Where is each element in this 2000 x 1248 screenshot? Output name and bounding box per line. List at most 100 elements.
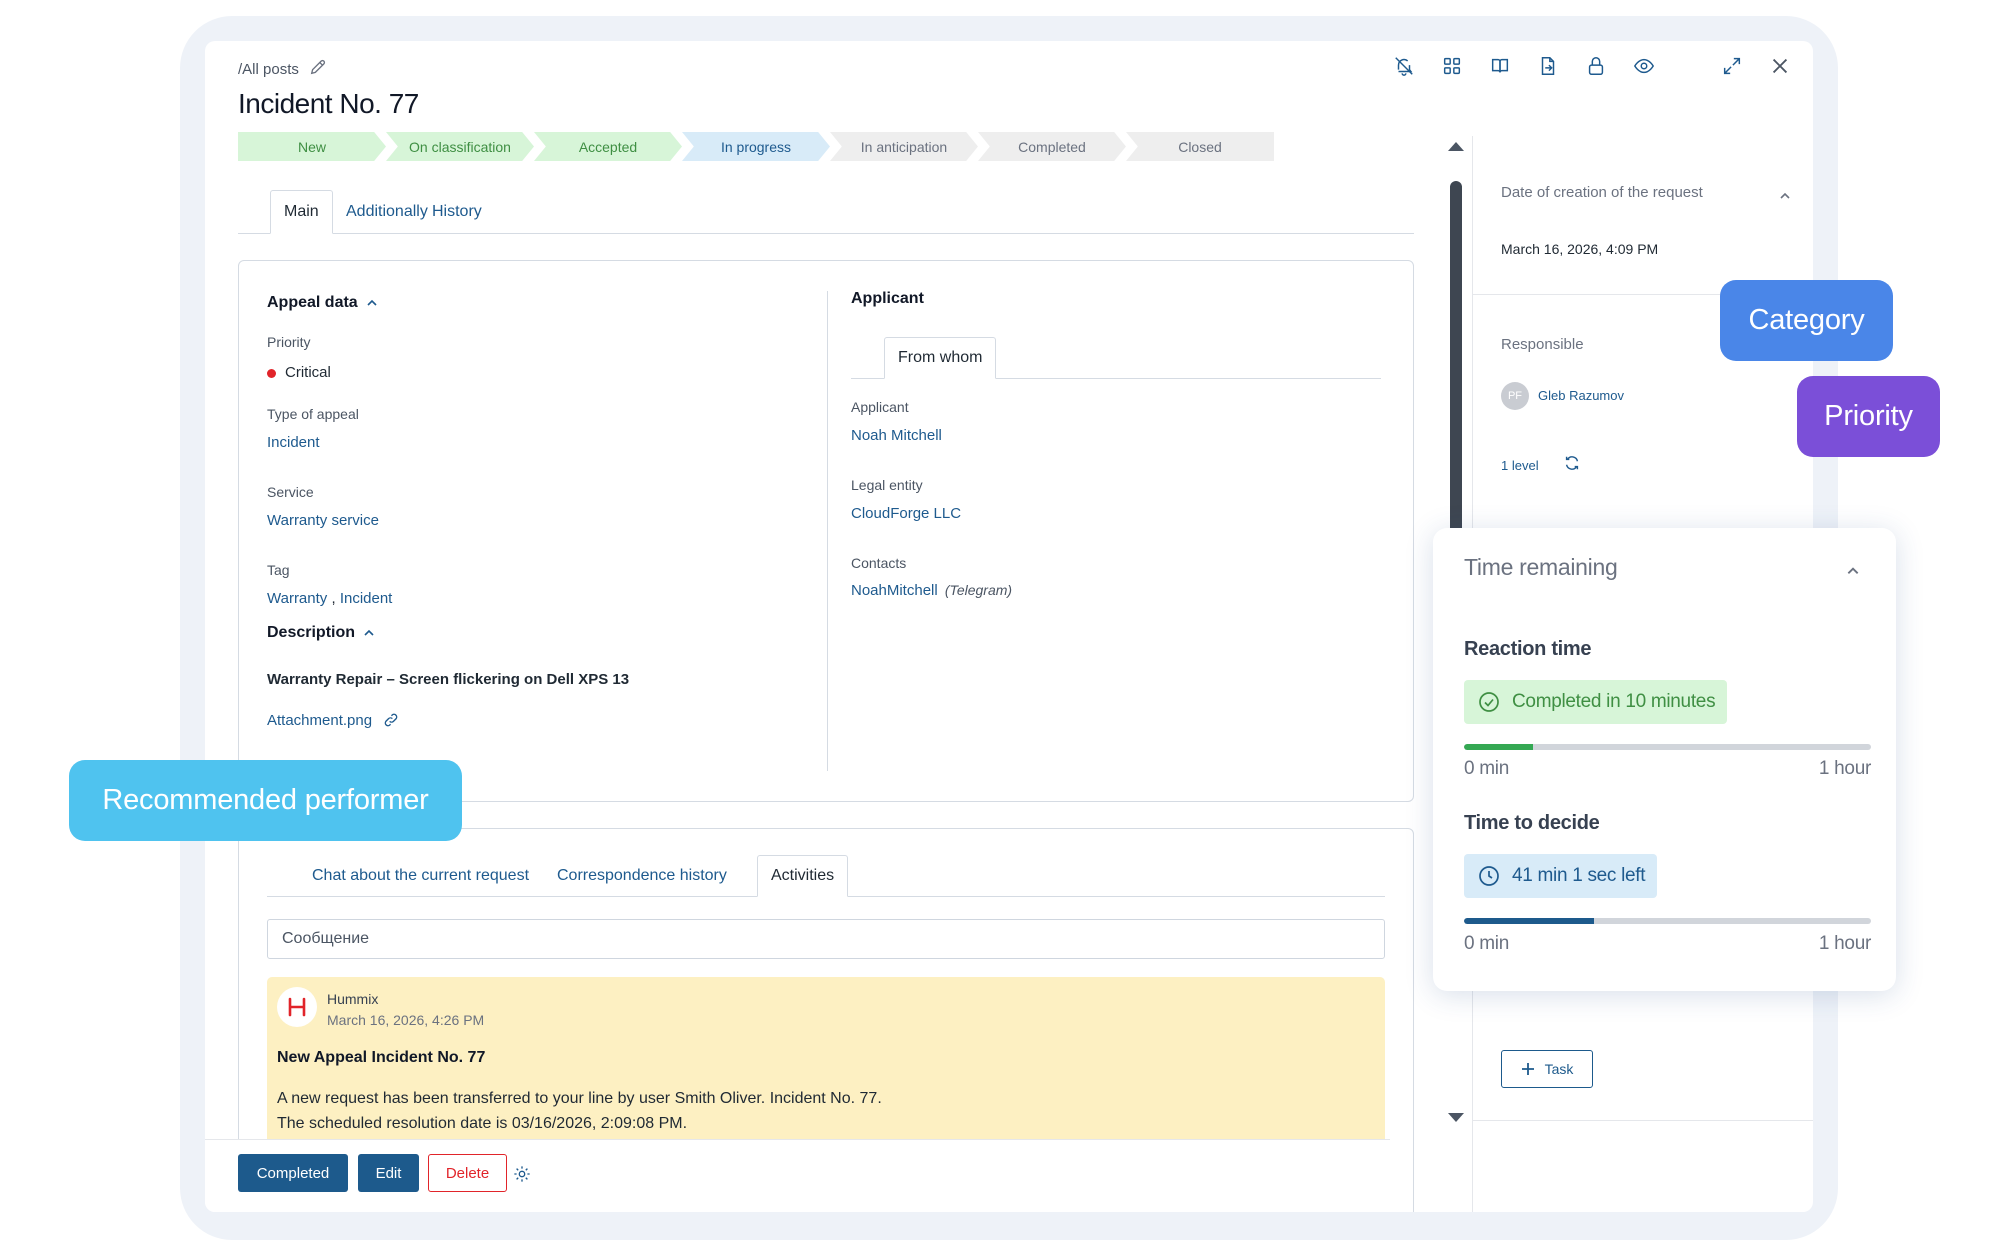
appeal-data-header[interactable]: Appeal data — [267, 294, 378, 312]
tab-from-whom[interactable]: From whom — [884, 337, 997, 379]
add-task-button[interactable]: Task — [1501, 1050, 1593, 1088]
description-text: Warranty Repair – Screen flickering on D… — [267, 671, 630, 688]
time-to-decide-title: Time to decide — [1464, 812, 1600, 834]
clock-icon — [1479, 866, 1499, 886]
avatar: PF — [1501, 382, 1529, 410]
chevron-up-icon[interactable] — [366, 297, 378, 309]
category-callout: Category — [1720, 280, 1893, 361]
stage-closed[interactable]: Closed — [1126, 132, 1274, 161]
stage-in-progress[interactable]: In progress — [682, 132, 830, 161]
tab-main[interactable]: Main — [270, 190, 333, 234]
tab-history[interactable]: History — [419, 190, 495, 234]
edit-button[interactable]: Edit — [358, 1154, 419, 1192]
decide-status-badge: 41 min 1 sec left — [1464, 854, 1658, 898]
hummix-logo-icon — [277, 987, 317, 1027]
service-value[interactable]: Warranty service — [267, 512, 379, 529]
request-details-card: Appeal data Priority Critical Type of ap… — [238, 260, 1414, 802]
refresh-icon[interactable] — [1563, 454, 1581, 472]
applicant-value[interactable]: Noah Mitchell — [851, 427, 942, 444]
scroll-down-arrow-icon[interactable] — [1448, 1113, 1464, 1122]
toolbar — [1391, 53, 1793, 79]
tag-incident[interactable]: Incident — [340, 590, 393, 607]
column-divider — [827, 291, 828, 771]
tag-warranty[interactable]: Warranty — [267, 590, 327, 607]
page-title: Incident No. 77 — [238, 88, 419, 119]
reaction-time-title: Reaction time — [1464, 638, 1592, 660]
book-icon[interactable] — [1487, 53, 1513, 79]
type-of-appeal-label: Type of appeal — [267, 406, 359, 422]
status-stages: New On classification Accepted In progre… — [238, 132, 1274, 161]
lock-icon[interactable] — [1583, 53, 1609, 79]
chevron-up-icon[interactable] — [363, 627, 375, 639]
creation-date-title: Date of creation of the request — [1501, 184, 1703, 201]
responsible-value[interactable]: Gleb Razumov — [1538, 388, 1624, 403]
message-line-1: A new request has been transferred to yo… — [277, 1090, 882, 1107]
chevron-up-icon[interactable] — [1779, 190, 1791, 202]
plus-icon — [1521, 1063, 1534, 1075]
file-export-icon[interactable] — [1535, 53, 1561, 79]
completed-button[interactable]: Completed — [238, 1154, 348, 1192]
applicant-title: Applicant — [851, 290, 924, 307]
legal-entity-label: Legal entity — [851, 477, 923, 493]
reaction-max-label: 1 hour — [1818, 758, 1871, 779]
gear-icon[interactable] — [513, 1165, 531, 1183]
legal-entity-value[interactable]: CloudForge LLC — [851, 505, 961, 522]
priority-label: Priority — [267, 334, 311, 350]
stage-accepted[interactable]: Accepted — [534, 132, 682, 161]
message-line-2: The scheduled resolution date is 03/16/2… — [277, 1115, 688, 1132]
breadcrumb: /All posts — [238, 58, 327, 80]
delete-button[interactable]: Delete — [428, 1154, 507, 1192]
priority-value: Critical — [267, 364, 331, 381]
stage-completed[interactable]: Completed — [978, 132, 1126, 161]
decide-min-label: 0 min — [1464, 933, 1509, 954]
chevron-up-icon[interactable] — [1846, 564, 1860, 578]
appeal-data-title: Appeal data — [267, 294, 358, 311]
decide-max-label: 1 hour — [1818, 933, 1871, 954]
responsible-title: Responsible — [1501, 336, 1584, 353]
tag-label: Tag — [267, 562, 290, 578]
recommended-performer-callout: Recommended performer — [69, 760, 462, 841]
applicant-label: Applicant — [851, 399, 909, 415]
creation-date-value: March 16, 2026, 4:09 PM — [1501, 241, 1659, 257]
scroll-up-arrow-icon[interactable] — [1448, 142, 1464, 151]
tag-separator: , — [327, 590, 340, 607]
pencil-icon[interactable] — [309, 58, 327, 80]
main-tabs: Main Additionally History — [238, 190, 1414, 234]
message-body: A new request has been transferred to yo… — [277, 1086, 1367, 1136]
reaction-progress-fill — [1464, 744, 1534, 750]
message-title: New Appeal Incident No. 77 — [277, 1049, 486, 1066]
description-header[interactable]: Description — [267, 624, 375, 642]
reaction-status-badge: Completed in 10 minutes — [1464, 680, 1728, 724]
message-input[interactable]: Сообщение — [267, 919, 1385, 959]
reaction-progress-bar — [1464, 744, 1871, 750]
breadcrumb-all-posts[interactable]: /All posts — [238, 61, 299, 78]
message-date: March 16, 2026, 4:26 PM — [327, 1012, 485, 1028]
tab-correspondence-history[interactable]: Correspondence history — [557, 855, 727, 897]
eye-icon[interactable] — [1631, 53, 1657, 79]
time-remaining-card: Time remaining Reaction time Completed i… — [1433, 528, 1896, 991]
reaction-min-label: 0 min — [1464, 758, 1509, 779]
time-remaining-title: Time remaining — [1464, 554, 1618, 580]
tab-chat-current-request[interactable]: Chat about the current request — [312, 855, 529, 897]
bell-off-icon[interactable] — [1391, 53, 1417, 79]
stage-in-anticipation[interactable]: In anticipation — [830, 132, 978, 161]
critical-dot-icon — [267, 368, 276, 378]
tab-activities[interactable]: Activities — [757, 855, 849, 897]
expand-icon[interactable] — [1719, 53, 1745, 79]
stage-on-classification[interactable]: On classification — [386, 132, 534, 161]
check-circle-icon — [1479, 692, 1499, 712]
contact-link[interactable]: NoahMitchell — [851, 582, 938, 599]
message-author: Hummix — [327, 991, 379, 1007]
tag-values: Warranty , Incident — [267, 590, 392, 607]
level-value: 1 level — [1501, 458, 1539, 473]
stage-new[interactable]: New — [238, 132, 386, 161]
grid-icon[interactable] — [1439, 53, 1465, 79]
attachment-link[interactable]: Attachment.png — [267, 711, 400, 729]
contact-channel: (Telegram) — [944, 582, 1013, 598]
footer-actions: Completed Edit Delete — [205, 1139, 1390, 1212]
description-title: Description — [267, 624, 356, 641]
decide-progress-fill — [1464, 918, 1595, 924]
type-of-appeal-value[interactable]: Incident — [267, 434, 320, 451]
link-icon — [384, 713, 398, 727]
close-icon[interactable] — [1767, 53, 1793, 79]
